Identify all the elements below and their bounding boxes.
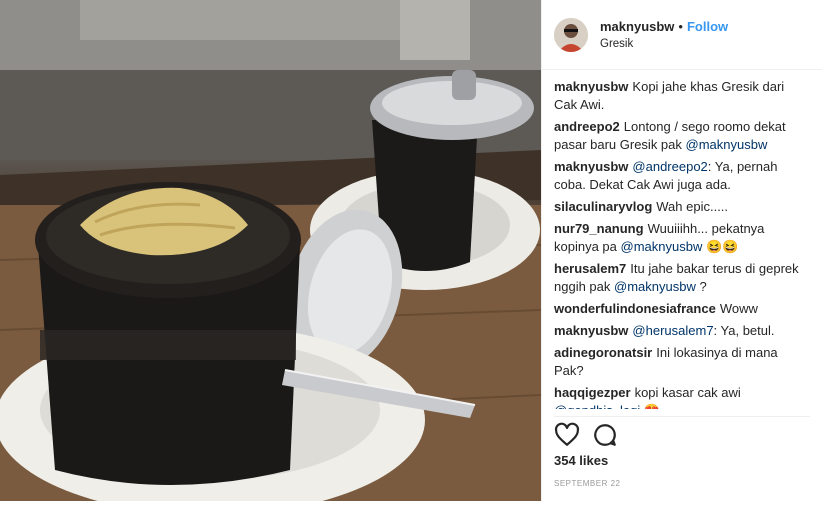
comment-item: maknyusbw Kopi jahe khas Gresik dari Cak … [554,78,808,114]
comment-item: silaculinaryvlog Wah epic..... [554,198,808,216]
comment-item: wonderfulindonesiafrance Woww [554,300,808,318]
mention-link[interactable]: @maknyusbw [621,239,703,254]
like-count[interactable]: 354 likes [554,453,810,468]
mention-link[interactable]: @gendhis_legi [554,403,640,409]
mention-link[interactable]: @maknyusbw [686,137,768,152]
separator-dot: • [678,19,683,34]
post-date: SEPTEMBER 22 [554,479,621,488]
comment-item: maknyusbw @herusalem7: Ya, betul. [554,322,808,340]
comment-username[interactable]: maknyusbw [554,159,628,174]
mention-link[interactable]: @maknyusbw [614,279,696,294]
location-link[interactable]: Gresik [600,38,728,50]
comment-username[interactable]: herusalem7 [554,261,626,276]
comment-text: ? [695,279,707,294]
comment-item: adinegoronatsir Ini lokasinya di mana Pak… [554,344,808,380]
comment-text: 😆😆 [702,239,739,254]
follow-button[interactable]: Follow [687,19,728,34]
comment-text: 😍 [640,403,660,409]
comment-item: nur79_nanung Wuuiiihh... pekatnya kopinya… [554,220,808,256]
comment-item: herusalem7 Itu jahe bakar terus di geprek… [554,260,808,296]
mention-link[interactable]: @herusalem7 [632,323,713,338]
mention-link[interactable]: @andreepo2 [632,159,707,174]
comment-username[interactable]: maknyusbw [554,323,628,338]
comment-item: andreepo2 Lontong / sego roomo dekat pasa… [554,118,808,154]
comment-username[interactable]: adinegoronatsir [554,345,652,360]
comment-bubble-icon[interactable] [592,422,618,448]
comment-username[interactable]: wonderfulindonesiafrance [554,301,716,316]
post-header: maknyusbw • Follow Gresik [542,0,822,70]
comment-text: Woww [719,301,758,316]
comment-username[interactable]: nur79_nanung [554,221,644,236]
comment-username[interactable]: maknyusbw [554,79,628,94]
post-photo[interactable] [0,0,541,501]
post-sidebar: maknyusbw • Follow Gresik maknyusbw Kopi … [541,0,822,501]
comment-list[interactable]: maknyusbw Kopi jahe khas Gresik dari Cak … [554,78,808,409]
comment-username[interactable]: andreepo2 [554,119,620,134]
user-avatar-icon [554,17,588,52]
post-username[interactable]: maknyusbw [600,19,674,34]
instagram-post: maknyusbw • Follow Gresik maknyusbw Kopi … [0,0,822,501]
avatar[interactable] [554,17,588,52]
comment-text: kopi kasar cak awi [634,385,741,400]
comment-item: maknyusbw @andreepo2: Ya, pernah coba. De… [554,158,808,194]
coffee-photo-illustration [0,0,541,501]
comment-username[interactable]: silaculinaryvlog [554,199,652,214]
comment-text: Wah epic..... [656,199,729,214]
post-actions: 354 likes SEPTEMBER 22 [554,416,810,510]
comment-username[interactable]: haqqigezper [554,385,631,400]
heart-icon[interactable] [554,422,580,448]
comment-item: haqqigezperkopi kasar cak awi @gendhis_l… [554,384,808,409]
comment-text: : Ya, betul. [713,323,775,338]
